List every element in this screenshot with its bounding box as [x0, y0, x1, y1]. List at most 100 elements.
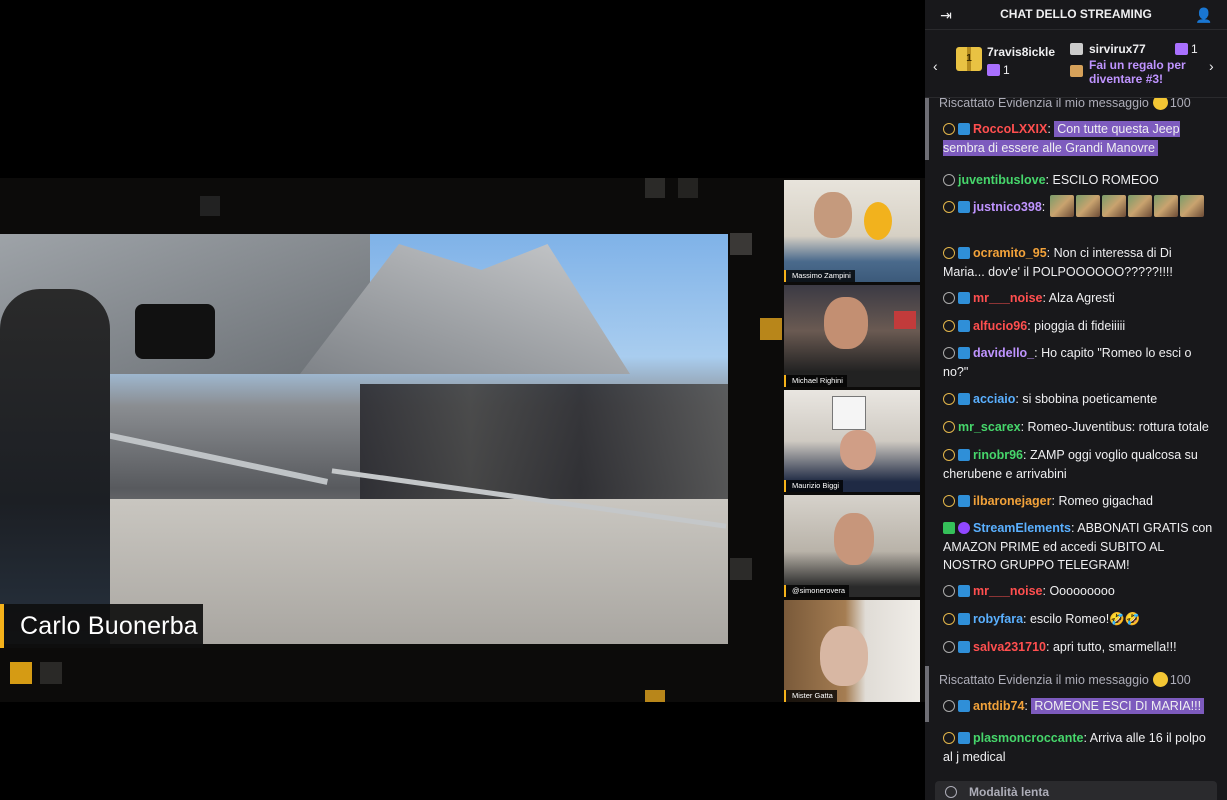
chat-username[interactable]: RoccoLXXIX — [973, 122, 1047, 136]
barrier — [91, 429, 329, 485]
highlight-marker — [925, 98, 929, 160]
cam-tile[interactable]: Maurizio Biggi — [784, 390, 920, 492]
emote-icon — [1049, 195, 1074, 217]
subscriber-badge-icon — [958, 292, 970, 304]
subscriber-badge-icon — [958, 123, 970, 135]
slow-mode-banner: Modalità lenta — [935, 781, 1217, 800]
chat-message: acciaio: si sbobina poeticamente — [943, 390, 1215, 409]
chat-username[interactable]: robyfara — [973, 612, 1023, 626]
app-root: Carlo Buonerba Massimo Zampini Michael R… — [0, 0, 1227, 800]
subscriber-badge-icon — [958, 201, 970, 213]
cam-tile[interactable]: @simonerovera — [784, 495, 920, 597]
chat-message: mr___noise: Alza Agresti — [943, 289, 1215, 308]
chat-username[interactable]: rinobr96 — [973, 448, 1023, 462]
smile-badge-icon — [943, 700, 955, 712]
emote-icon — [1075, 195, 1100, 217]
chat-header: ⇥ CHAT DELLO STREAMING 👤 — [925, 0, 1227, 30]
redeem-notice: Riscattato Evidenzia il mio messaggio 100 — [939, 98, 1191, 110]
smile-badge-icon — [943, 585, 955, 597]
chat-username[interactable]: ocramito_95 — [973, 246, 1047, 260]
chat-username[interactable]: justnico398 — [973, 200, 1042, 214]
cam-tile[interactable]: Mister Gatta — [784, 600, 920, 702]
crowd — [360, 384, 728, 504]
prediction-badge-icon — [943, 393, 955, 405]
subscriber-badge-icon — [958, 700, 970, 712]
message-text: apri tutto, smarmella!!! — [1052, 640, 1177, 654]
deco-tile — [10, 662, 32, 684]
video-camera — [135, 304, 215, 359]
prediction-badge-icon — [943, 247, 955, 259]
message-text: Alza Agresti — [1048, 291, 1115, 305]
subscriber-badge-icon — [958, 247, 970, 259]
message-text: Romeo gigachad — [1058, 494, 1153, 508]
chat-title: CHAT DELLO STREAMING — [1000, 7, 1152, 21]
message-text: Ooooooooo — [1049, 584, 1115, 598]
deco-tile — [645, 178, 665, 198]
camera-operator — [0, 289, 110, 644]
users-icon[interactable]: 👤 — [1195, 6, 1213, 24]
chat-username[interactable]: davidello_ — [973, 346, 1034, 360]
subscriber-badge-icon — [958, 495, 970, 507]
subscriber-badge-icon — [958, 320, 970, 332]
prediction-badge-icon — [943, 495, 955, 507]
deco-tile — [730, 558, 752, 580]
chat-username[interactable]: salva231710 — [973, 640, 1046, 654]
chevron-left-icon[interactable]: ‹ — [933, 58, 938, 74]
deco-tile — [200, 196, 220, 216]
chat-message: rinobr96: ZAMP oggi voglio qualcosa su c… — [943, 448, 1198, 481]
message-text: Romeo-Juventibus: rottura totale — [1027, 420, 1209, 434]
prediction-badge-icon — [943, 732, 955, 744]
highlighted-text: ROMEONE ESCI DI MARIA!!! — [1031, 698, 1205, 714]
prediction-badge-icon — [943, 449, 955, 461]
participant-face — [840, 430, 876, 470]
gift-icon — [1175, 43, 1188, 55]
chat-message: robyfara: escilo Romeo!🤣🤣 — [943, 610, 1215, 629]
chat-message: davidello_: Ho capito "Romeo lo esci o n… — [943, 346, 1192, 379]
chat-username[interactable]: antdib74 — [973, 699, 1024, 713]
video-player[interactable]: Carlo Buonerba Massimo Zampini Michael R… — [0, 0, 925, 800]
chat-messages: Riscattato Evidenzia il mio messaggio 100… — [925, 98, 1227, 778]
chat-message: StreamElements: ABBONATI GRATIS con AMAZ… — [943, 521, 1213, 572]
chat-message: mr_scarex: Romeo-Juventibus: rottura tot… — [943, 418, 1215, 437]
clock-icon — [945, 786, 957, 798]
chat-username[interactable]: mr_scarex — [958, 420, 1021, 434]
gift-rank-icon — [1070, 43, 1083, 55]
deco-tile — [760, 318, 782, 340]
prediction-badge-icon — [943, 613, 955, 625]
chevron-right-icon[interactable]: › — [1209, 58, 1214, 74]
chat-username[interactable]: plasmoncroccante — [973, 731, 1083, 745]
building-sign — [130, 252, 260, 274]
chat-username[interactable]: mr___noise — [973, 291, 1042, 305]
cam-label: Massimo Zampini — [784, 270, 855, 282]
emote-icon — [1153, 195, 1178, 217]
participant-face — [814, 192, 852, 238]
chat-message: antdib74: ROMEONE ESCI DI MARIA!!! — [943, 697, 1215, 716]
cam-tile[interactable]: Michael Righini — [784, 285, 920, 387]
emote-icon — [1127, 195, 1152, 217]
stream-chat: ⇥ CHAT DELLO STREAMING 👤 ‹ 1 7ravis8ickl… — [925, 0, 1227, 800]
chat-message: ocramito_95: Non ci interessa di Di Mari… — [943, 246, 1173, 279]
subscriber-badge-icon — [958, 449, 970, 461]
podcast-logo — [864, 202, 892, 240]
gift-leaderboard: ‹ 1 7ravis8ickle 1 sirvirux77 1 Fai un r… — [925, 30, 1227, 98]
cam-tile[interactable]: Massimo Zampini — [784, 180, 920, 282]
chat-message: ilbaronejager: Romeo gigachad — [943, 492, 1215, 511]
gift-cta[interactable]: Fai un regalo per diventare #3! — [1089, 58, 1199, 86]
gift-icon — [987, 64, 1000, 76]
prediction-badge-icon — [943, 421, 955, 433]
message-text: si sbobina poeticamente — [1022, 392, 1158, 406]
message-text: pioggia di fideiiiii — [1034, 319, 1126, 333]
speaker-name: Carlo Buonerba — [20, 612, 198, 640]
speaker-lower-third: Carlo Buonerba — [0, 604, 203, 648]
chat-username[interactable]: juventibuslove — [958, 173, 1046, 187]
chat-username[interactable]: mr___noise — [973, 584, 1042, 598]
chat-username[interactable]: acciaio — [973, 392, 1015, 406]
chat-username[interactable]: alfucio96 — [973, 319, 1027, 333]
chat-message: alfucio96: pioggia di fideiiiii — [943, 317, 1215, 336]
gift-second-user: sirvirux77 — [1089, 42, 1146, 56]
message-text: escilo Romeo!🤣🤣 — [1029, 612, 1141, 626]
background-object — [894, 311, 916, 329]
chat-username[interactable]: StreamElements — [973, 521, 1071, 535]
participant-face — [824, 297, 868, 349]
chat-username[interactable]: ilbaronejager — [973, 494, 1052, 508]
